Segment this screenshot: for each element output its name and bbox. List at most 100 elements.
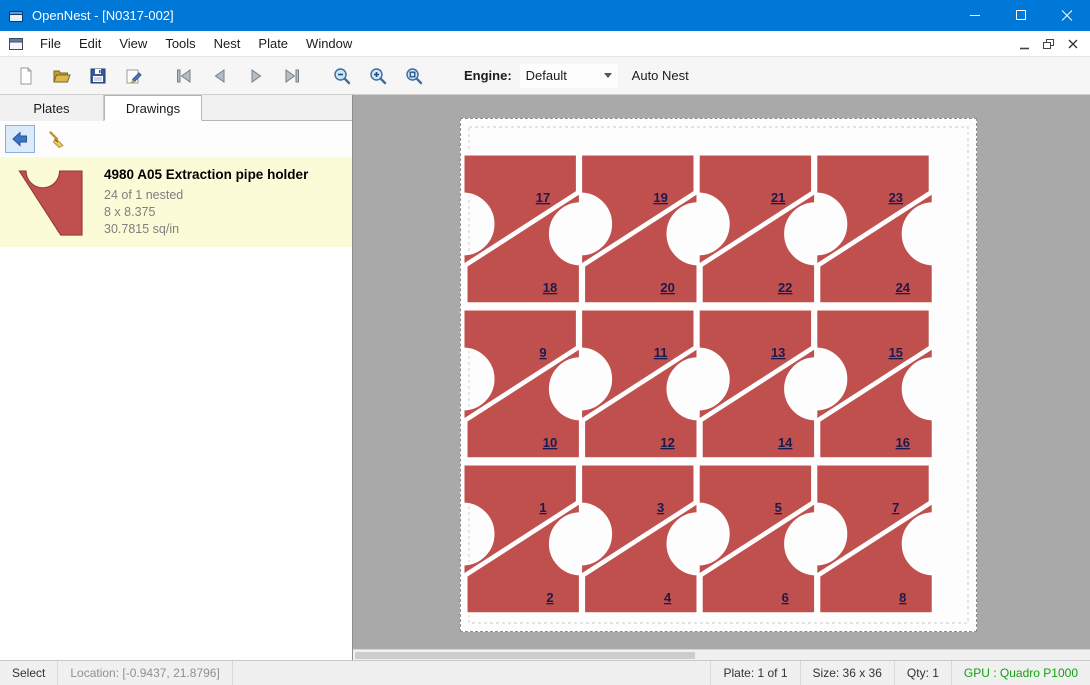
close-icon	[1064, 36, 1081, 52]
open-button[interactable]	[44, 60, 80, 92]
nest-canvas[interactable]: 171921231820222491113151012141613572468	[353, 95, 1090, 660]
status-location: Location: [-0.9437, 21.8796]	[58, 661, 232, 685]
new-document-icon	[16, 66, 36, 86]
menu-window[interactable]: Window	[297, 31, 361, 57]
broom-icon	[46, 129, 66, 149]
previous-plate-button[interactable]	[202, 60, 238, 92]
menu-nest[interactable]: Nest	[205, 31, 250, 57]
part-number: 10	[543, 435, 557, 450]
drawings-toolbar	[0, 121, 352, 157]
drawing-info: 4980 A05 Extraction pipe holder 24 of 1 …	[104, 165, 308, 239]
menu-file[interactable]: File	[31, 31, 70, 57]
status-qty: Qty: 1	[894, 661, 951, 685]
new-button[interactable]	[8, 60, 44, 92]
first-arrow-icon	[174, 66, 194, 86]
app-icon	[8, 8, 24, 24]
part-number: 1	[539, 500, 546, 515]
part-number: 15	[889, 345, 903, 360]
part-number: 9	[539, 345, 546, 360]
status-bar: Select Location: [-0.9437, 21.8796] Plat…	[0, 660, 1090, 685]
previous-arrow-icon	[210, 66, 230, 86]
status-plate: Plate: 1 of 1	[710, 661, 799, 685]
close-button[interactable]	[1044, 0, 1090, 31]
save-as-button[interactable]	[116, 60, 152, 92]
part-number: 20	[660, 280, 674, 295]
engine-select[interactable]: Default	[520, 64, 618, 88]
title-bar[interactable]: OpenNest - [N0317-002]	[0, 0, 1090, 31]
mdi-window-buttons	[1012, 34, 1084, 54]
part-number: 2	[546, 590, 553, 605]
tab-drawings[interactable]: Drawings	[104, 95, 202, 121]
minimize-button[interactable]	[952, 0, 998, 31]
minimize-icon	[1016, 36, 1033, 52]
clean-button[interactable]	[41, 125, 71, 153]
part-number: 11	[654, 345, 668, 360]
menu-plate[interactable]: Plate	[249, 31, 297, 57]
caption-buttons	[952, 0, 1090, 31]
restore-icon	[1040, 36, 1057, 52]
mdi-close-button[interactable]	[1060, 34, 1084, 54]
drawing-dimensions: 8 x 8.375	[104, 205, 308, 219]
auto-nest-button[interactable]: Auto Nest	[632, 68, 689, 83]
part-number: 12	[660, 435, 674, 450]
status-size: Size: 36 x 36	[800, 661, 894, 685]
engine-value: Default	[526, 68, 567, 83]
app-window: OpenNest - [N0317-002] File Edit View To…	[0, 0, 1090, 685]
last-arrow-icon	[282, 66, 302, 86]
last-plate-button[interactable]	[274, 60, 310, 92]
status-gpu: GPU : Quadro P1000	[951, 661, 1090, 685]
scrollbar-thumb[interactable]	[355, 652, 695, 659]
save-floppy-icon	[88, 66, 108, 86]
part-number: 4	[664, 590, 672, 605]
mdi-minimize-button[interactable]	[1012, 34, 1036, 54]
drawing-title: 4980 A05 Extraction pipe holder	[104, 167, 308, 182]
maximize-icon	[998, 0, 1044, 31]
menu-tools[interactable]: Tools	[156, 31, 204, 57]
sidebar: Plates Drawings 4980 A05 Extraction pipe…	[0, 95, 353, 660]
zoom-fit-icon	[404, 66, 424, 86]
save-button[interactable]	[80, 60, 116, 92]
window-title: OpenNest - [N0317-002]	[32, 8, 174, 23]
main-toolbar: Engine: Default Auto Nest	[0, 57, 1090, 95]
zoom-in-button[interactable]	[360, 60, 396, 92]
save-edit-icon	[124, 66, 144, 86]
menu-view[interactable]: View	[110, 31, 156, 57]
drawing-nested-count: 24 of 1 nested	[104, 188, 308, 202]
part-number: 22	[778, 280, 792, 295]
next-arrow-icon	[246, 66, 266, 86]
zoom-out-button[interactable]	[324, 60, 360, 92]
menu-bar: File Edit View Tools Nest Plate Window	[0, 31, 1090, 57]
part-number: 13	[771, 345, 785, 360]
part-number: 8	[899, 590, 906, 605]
status-mode: Select	[0, 661, 58, 685]
zoom-out-icon	[332, 66, 352, 86]
part-number: 19	[653, 190, 667, 205]
part-number: 24	[896, 280, 911, 295]
open-folder-icon	[52, 66, 72, 86]
zoom-fit-button[interactable]	[396, 60, 432, 92]
main-body: Plates Drawings 4980 A05 Extraction pipe…	[0, 95, 1090, 660]
mdi-restore-button[interactable]	[1036, 34, 1060, 54]
part-number: 3	[657, 500, 664, 515]
report-button[interactable]	[5, 125, 35, 153]
part-number: 17	[536, 190, 550, 205]
tab-plates[interactable]: Plates	[0, 95, 104, 121]
drawing-list-item[interactable]: 4980 A05 Extraction pipe holder 24 of 1 …	[0, 157, 352, 247]
drawing-area: 30.7815 sq/in	[104, 222, 308, 236]
part-thumbnail	[10, 165, 90, 237]
maximize-button[interactable]	[998, 0, 1044, 31]
part-number: 6	[782, 590, 789, 605]
chevron-down-icon	[604, 73, 612, 78]
part-number: 14	[778, 435, 793, 450]
part-number: 5	[775, 500, 782, 515]
first-plate-button[interactable]	[166, 60, 202, 92]
menu-edit[interactable]: Edit	[70, 31, 110, 57]
next-plate-button[interactable]	[238, 60, 274, 92]
minimize-icon	[952, 0, 998, 31]
sidebar-tabs: Plates Drawings	[0, 95, 352, 121]
mdi-child-icon[interactable]	[8, 36, 25, 52]
horizontal-scrollbar[interactable]	[353, 649, 1090, 660]
part-number: 23	[889, 190, 903, 205]
zoom-in-icon	[368, 66, 388, 86]
plate[interactable]: 171921231820222491113151012141613572468	[460, 118, 977, 632]
